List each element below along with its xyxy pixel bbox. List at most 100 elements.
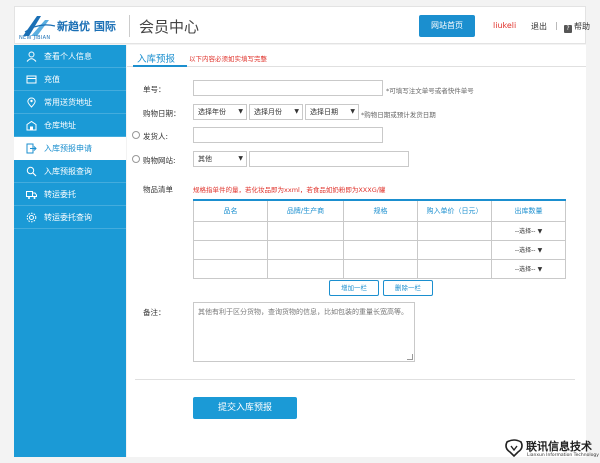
site-select-value: 其他 [198,155,212,163]
remark-label: 备注： [143,308,166,317]
table-row: --选择-- ▼ [193,258,566,279]
watermark-subtext: Lianxun Information Technology [527,453,599,458]
day-select-value: 选择日期 [310,108,338,116]
spec-cell[interactable] [343,258,418,279]
buy-date-label: 购物日期： [143,109,181,118]
logo-divider [129,15,130,37]
help-link[interactable]: ? 帮助 [564,21,590,33]
sidebar-item-label: 仓库地址 [44,121,76,130]
add-row-button[interactable]: 增加一栏 [329,280,379,296]
price-cell[interactable] [417,239,492,260]
order-no-hint: *可填写注文单号或者快件单号 [386,87,474,95]
search-icon [26,166,37,177]
username-link[interactable]: liukeli [493,21,516,30]
spec-cell[interactable] [343,239,418,260]
order-no-label: 单号： [143,85,166,94]
shipper-input[interactable] [193,127,383,143]
remark-textarea[interactable]: 其他有利于区分货物，查询货物的信息，比如包装的重量长宽高等。 [193,302,415,362]
site-logo[interactable]: 新趋优 国际 NEW JIBIAN [19,10,125,42]
site-input[interactable] [249,151,409,167]
sidebar-item-label: 常用送货地址 [44,98,92,107]
logout-link[interactable]: 退出 [531,21,547,32]
user-icon [26,51,37,62]
buy-date-hint: *购物日期或预计发货日期 [361,111,436,119]
resize-handle-icon[interactable] [407,354,413,360]
location-icon [27,97,36,108]
table-header-row: 品名 品牌/生产商 规格 购入单价（日元） 出库数量 [193,199,566,222]
shipper-label: 发货人: [143,132,169,141]
section-header: 入库预报 以下内容必须如实填写完整 [127,45,586,67]
remove-row-button[interactable]: 删除一栏 [383,280,433,296]
brand-cell[interactable] [267,258,344,279]
goods-label: 物品清单 [143,185,173,194]
shipper-radio[interactable] [132,131,140,139]
brand-cell[interactable] [267,239,344,260]
month-select[interactable]: 选择月份 ▼ [249,104,303,120]
name-cell[interactable] [193,220,268,241]
chevron-down-icon: ▼ [537,247,543,254]
qty-select[interactable]: --选择-- [515,264,536,273]
chevron-down-icon: ▼ [537,266,543,273]
gear-icon [26,212,37,223]
brand-name: 新趋优 国际 [57,20,116,33]
wallet-icon [26,75,37,84]
title-underline [133,65,187,67]
watermark-logo-icon [505,439,523,458]
sidebar-item-warehouse[interactable]: 仓库地址 [14,114,126,137]
sidebar-item-label: 查看个人信息 [44,52,92,61]
year-select-value: 选择年份 [198,108,226,116]
site-select[interactable]: 其他 ▼ [193,151,247,167]
sidebar-item-label: 入库预报申请 [44,144,92,153]
header-separator: | [555,21,558,30]
chevron-down-icon: ▼ [238,155,243,162]
warehouse-icon [26,120,37,131]
qty-cell[interactable]: --选择-- ▼ [491,239,566,260]
qty-cell[interactable]: --选择-- ▼ [491,220,566,241]
day-select[interactable]: 选择日期 ▼ [305,104,359,120]
help-label: 帮助 [574,22,590,31]
brand-cell[interactable] [267,220,344,241]
sidebar-item-inbound-request[interactable]: 入库预报申请 [14,137,126,160]
price-cell[interactable] [417,258,492,279]
sidebar-item-label: 转运委托 [44,190,76,199]
submit-button[interactable]: 提交入库预报 [193,397,297,419]
top-bar: 新趋优 国际 NEW JIBIAN 会员中心 网站首页 liukeli 退出 |… [14,6,590,44]
sidebar-item-inbound-query[interactable]: 入库预报查询 [14,160,126,183]
name-cell[interactable] [193,239,268,260]
brand-subtitle: NEW JIBIAN [19,35,51,41]
column-header: 品牌/生产商 [267,199,344,222]
column-header: 出库数量 [491,199,566,222]
site-radio[interactable] [132,155,140,163]
qty-cell[interactable]: --选择-- ▼ [491,258,566,279]
year-select[interactable]: 选择年份 ▼ [193,104,247,120]
section-title: 入库预报 [137,54,176,65]
month-select-value: 选择月份 [254,108,282,116]
price-cell[interactable] [417,220,492,241]
chevron-down-icon: ▼ [294,108,299,115]
column-header: 规格 [343,199,418,222]
spec-cell[interactable] [343,220,418,241]
sidebar-item-address[interactable]: 常用送货地址 [14,91,126,114]
table-row: --选择-- ▼ [193,239,566,260]
name-cell[interactable] [193,258,268,279]
sidebar-item-transfer[interactable]: 转运委托 [14,183,126,206]
goods-table: 品名 品牌/生产商 规格 购入单价（日元） 出库数量 --选择-- ▼ --选择… [193,199,566,279]
truck-icon [26,191,37,199]
chevron-down-icon: ▼ [350,108,355,115]
sidebar-item-recharge[interactable]: 充值 [14,68,126,91]
sidebar-item-transfer-query[interactable]: 转运委托查询 [14,206,126,229]
watermark: 联讯信息技术 Lianxun Information Technology [500,436,600,462]
divider [135,379,575,380]
required-notice: 以下内容必须如实填写完整 [189,55,267,63]
qty-select[interactable]: --选择-- [515,226,536,235]
order-no-input[interactable] [193,80,383,96]
sidebar-item-label: 入库预报查询 [44,167,92,176]
home-button[interactable]: 网站首页 [419,15,475,37]
sidebar-item-profile[interactable]: 查看个人信息 [14,45,126,68]
column-header: 购入单价（日元） [417,199,492,222]
import-icon [26,143,37,154]
help-icon: ? [564,25,572,33]
page-title: 会员中心 [139,18,200,36]
chevron-down-icon: ▼ [537,228,543,235]
qty-select[interactable]: --选择-- [515,245,536,254]
